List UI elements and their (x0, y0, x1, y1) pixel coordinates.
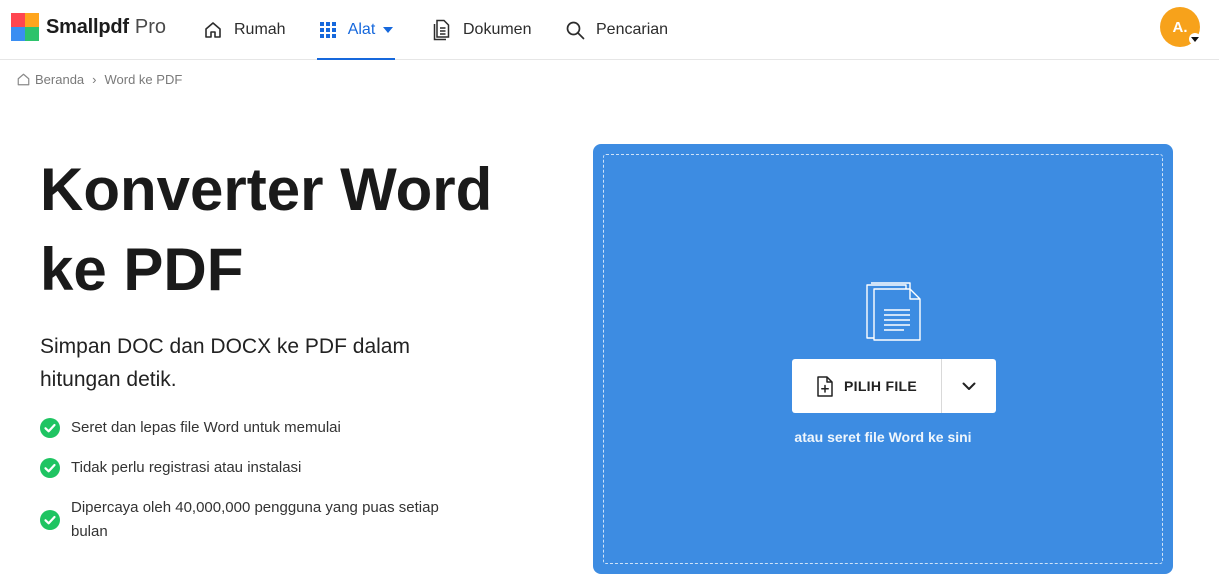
choose-file-source-dropdown[interactable] (942, 359, 996, 413)
avatar-initials: A. (1172, 18, 1188, 36)
home-icon (205, 22, 221, 38)
choose-file-label: PILIH FILE (844, 378, 917, 394)
feature-text: Dipercaya oleh 40,000,000 pengguna yang … (71, 499, 439, 540)
choose-file-button[interactable]: PILIH FILE (792, 359, 942, 413)
breadcrumb-home-link[interactable]: Beranda (35, 72, 84, 87)
grid-icon (319, 22, 336, 38)
feature-item: Seret dan lepas file Word untuk memulai (40, 416, 341, 440)
smallpdf-logo-icon (11, 13, 39, 41)
page-subtitle: Simpan DOC dan DOCX ke PDF dalam hitunga… (40, 335, 410, 391)
nav-item-label: Pencarian (596, 21, 669, 38)
drop-hint-text: atau seret file Word ke sini (794, 429, 972, 445)
check-circle-icon (40, 418, 60, 438)
nav-item-label: Dokumen (463, 21, 532, 38)
nav-item-label: Alat (347, 21, 376, 38)
feature-item: Dipercaya oleh 40,000,000 pengguna yang … (40, 496, 460, 544)
nav-item-dokumen[interactable]: Dokumen (432, 0, 531, 60)
chevron-down-icon (383, 27, 394, 33)
chevron-down-icon (962, 382, 976, 390)
home-icon (17, 73, 30, 85)
search-icon (566, 21, 585, 40)
feature-item: Tidak perlu registrasi atau instalasi (40, 456, 301, 480)
page-title-line-1: Konverter Word (40, 156, 493, 223)
plan-label: Pro (134, 15, 166, 38)
check-circle-icon (40, 458, 60, 478)
top-navigation-bar: Smallpdf Pro Rumah Alat Dokumen Pencaria… (0, 0, 1219, 60)
nav-item-label: Rumah (234, 21, 286, 38)
file-drop-zone[interactable]: PILIH FILE atau seret file Word ke sini (593, 144, 1173, 574)
smallpdf-logo[interactable]: Smallpdf Pro (11, 13, 166, 41)
brand-name: Smallpdf (46, 15, 129, 38)
page-title-line-2: ke PDF (40, 236, 244, 303)
documents-illustration-icon (866, 282, 921, 341)
add-file-icon (817, 375, 833, 397)
choose-file-button-group: PILIH FILE (792, 359, 996, 413)
nav-item-alat[interactable]: Alat (317, 0, 395, 60)
check-circle-icon (40, 510, 60, 530)
documents-icon (433, 19, 450, 41)
breadcrumb-current-link[interactable]: Word ke PDF (105, 72, 183, 87)
feature-text: Tidak perlu registrasi atau instalasi (71, 459, 302, 476)
chevron-down-icon (1189, 33, 1201, 45)
breadcrumb: Beranda › Word ke PDF (16, 70, 182, 88)
nav-item-pencarian[interactable]: Pencarian (565, 0, 668, 60)
user-avatar-button[interactable]: A. (1160, 7, 1201, 47)
page-title: Konverter Word ke PDF (40, 150, 560, 310)
drop-zone-dashed-border: PILIH FILE atau seret file Word ke sini (603, 154, 1163, 564)
feature-text: Seret dan lepas file Word untuk memulai (71, 419, 341, 436)
breadcrumb-separator: › (92, 71, 97, 87)
nav-item-rumah[interactable]: Rumah (203, 0, 286, 60)
